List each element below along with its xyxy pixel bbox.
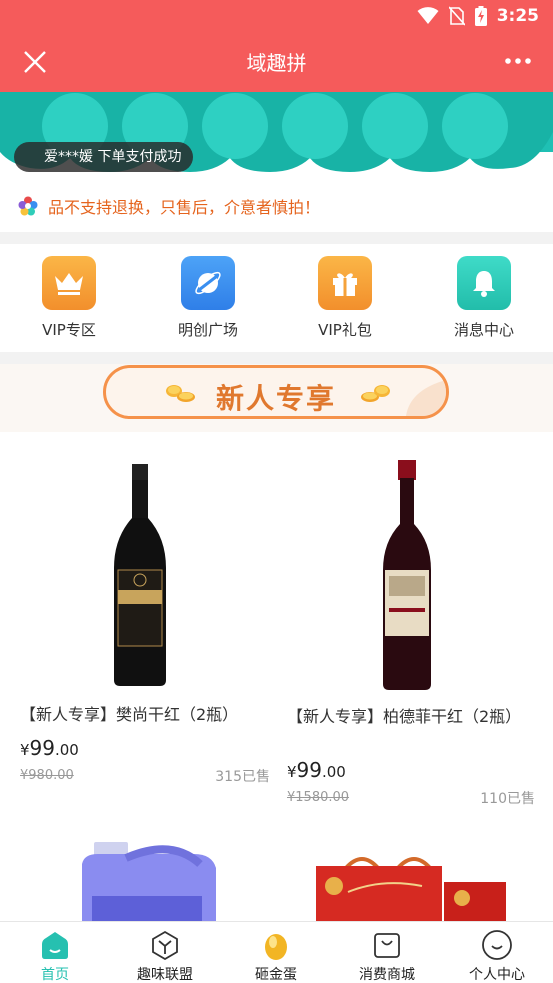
currency-symbol: ¥ xyxy=(20,741,30,759)
tab-label: 首页 xyxy=(41,967,69,983)
bottom-tab-bar: 首页 趣味联盟 砸金蛋 消费商城 个人中心 xyxy=(0,921,553,983)
battery-charging-icon xyxy=(474,6,487,26)
page-title: 域趣拼 xyxy=(246,51,307,75)
shopping-bag-icon xyxy=(374,933,400,958)
coins-icon xyxy=(361,385,390,402)
product-name: 【新人专享】柏德菲干红（2瓶） xyxy=(287,707,522,726)
smile-icon xyxy=(482,930,512,960)
product-image xyxy=(383,460,431,690)
notice-text: 品不支持退换，只售后，介意者慎拍！ xyxy=(48,198,321,217)
cube-icon xyxy=(152,930,178,960)
tab-label: 趣味联盟 xyxy=(137,967,193,983)
product-card[interactable]: 【新人专享】樊尚干红（2瓶） ¥99.00 ¥980.00 315已售 xyxy=(20,448,270,798)
currency-symbol: ¥ xyxy=(287,763,297,781)
product-price: ¥99.00 xyxy=(20,736,79,760)
tab-profile[interactable]: 个人中心 xyxy=(442,928,552,983)
crown-icon xyxy=(42,256,96,310)
shortcut-mingchuang-plaza[interactable]: 明创广场 xyxy=(148,256,268,340)
app-header: 域趣拼 xyxy=(0,32,553,92)
product-card[interactable]: 【新人专享】柏德菲干红（2瓶） ¥99.00 ¥1580.00 110已售 xyxy=(287,448,535,808)
decorative-swoosh xyxy=(406,380,446,416)
tab-home[interactable]: 首页 xyxy=(0,928,110,983)
shortcut-label: 明创广场 xyxy=(177,321,238,339)
product-image xyxy=(82,842,216,921)
newuser-section: 新人专享 xyxy=(0,364,553,432)
price-integer: 99 xyxy=(29,736,55,760)
section-divider xyxy=(0,232,553,244)
more-options-icon[interactable] xyxy=(503,50,533,72)
status-time: 3:25 xyxy=(496,6,539,26)
original-price: ¥980.00 xyxy=(20,768,74,783)
product-card[interactable] xyxy=(74,838,224,921)
sold-count: 110已售 xyxy=(480,791,535,807)
status-icons: 3:25 xyxy=(417,6,539,26)
bell-icon xyxy=(457,256,511,310)
price-integer: 99 xyxy=(296,758,322,782)
status-bar: 3:25 xyxy=(0,0,553,32)
wifi-icon xyxy=(417,7,439,24)
product-name: 【新人专享】樊尚干红（2瓶） xyxy=(20,705,239,724)
notice-bar: 品不支持退换，只售后，介意者慎拍！ xyxy=(0,180,553,232)
product-image xyxy=(316,857,506,921)
order-ticker: 爱***媛 下单支付成功 xyxy=(14,142,194,172)
shortcut-vip-gift[interactable]: VIP礼包 xyxy=(285,256,405,340)
price-decimal: .00 xyxy=(322,763,346,781)
no-sim-icon xyxy=(448,6,465,26)
tab-label: 个人中心 xyxy=(469,967,525,983)
original-price: ¥1580.00 xyxy=(287,790,350,805)
flower-logo-icon xyxy=(18,196,38,216)
product-card[interactable] xyxy=(312,856,508,921)
sold-count: 315已售 xyxy=(215,769,270,785)
price-decimal: .00 xyxy=(55,741,79,759)
tab-mall[interactable]: 消费商城 xyxy=(332,928,442,983)
shortcut-grid: VIP专区 明创广场 VIP礼包 消息中心 xyxy=(0,244,553,352)
shortcut-vip-zone[interactable]: VIP专区 xyxy=(9,256,129,340)
tab-label: 砸金蛋 xyxy=(255,967,297,983)
home-icon xyxy=(42,932,68,959)
gift-icon xyxy=(318,256,372,310)
golden-egg-icon xyxy=(265,934,287,960)
shortcut-label: 消息中心 xyxy=(453,321,514,339)
product-price: ¥99.00 xyxy=(287,758,346,782)
shortcut-label: VIP礼包 xyxy=(318,321,372,339)
tab-label: 消费商城 xyxy=(359,967,415,983)
newuser-title: 新人专享 xyxy=(215,382,336,415)
shortcut-message-center[interactable]: 消息中心 xyxy=(424,256,544,340)
planet-icon xyxy=(181,256,235,310)
tab-golden-egg[interactable]: 砸金蛋 xyxy=(221,928,331,983)
shortcut-label: VIP专区 xyxy=(42,321,96,339)
newuser-banner[interactable]: 新人专享 xyxy=(103,365,449,419)
tab-fun-alliance[interactable]: 趣味联盟 xyxy=(110,928,220,983)
product-image xyxy=(114,464,166,686)
section-divider xyxy=(0,352,553,364)
